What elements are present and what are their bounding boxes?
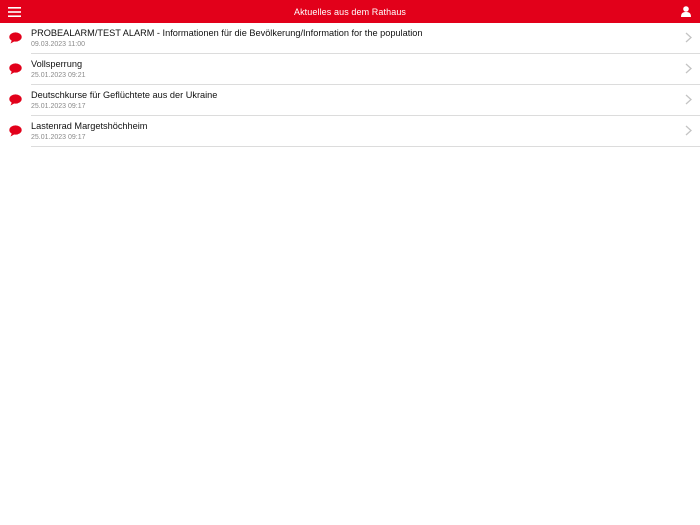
speech-bubble-icon [9, 32, 22, 44]
chevron-right-icon [685, 94, 692, 105]
news-item-date: 25.01.2023 09:21 [31, 72, 86, 79]
speech-bubble-icon [9, 63, 22, 75]
user-icon [681, 6, 691, 17]
news-item[interactable]: PROBEALARM/TEST ALARM - Informationen fü… [0, 23, 700, 54]
news-item[interactable]: Deutschkurse für Geflüchtete aus der Ukr… [0, 85, 700, 116]
menu-button[interactable] [6, 5, 22, 18]
chevron-right-icon [685, 125, 692, 136]
news-list: PROBEALARM/TEST ALARM - Informationen fü… [0, 23, 700, 147]
news-item-title: PROBEALARM/TEST ALARM - Informationen fü… [31, 28, 423, 38]
news-item-date: 25.01.2023 09:17 [31, 103, 86, 110]
news-item-title: Deutschkurse für Geflüchtete aus der Ukr… [31, 90, 218, 100]
user-button[interactable] [679, 5, 693, 18]
news-item-date: 09.03.2023 11:00 [31, 41, 85, 48]
top-bar: Aktuelles aus dem Rathaus [0, 0, 700, 23]
news-item-title: Vollsperrung [31, 59, 83, 69]
hamburger-menu-icon [7, 6, 21, 17]
news-item[interactable]: Vollsperrung 25.01.2023 09:21 [0, 54, 700, 85]
news-item[interactable]: Lastenrad Margetshöchheim 25.01.2023 09:… [0, 116, 700, 147]
row-divider [31, 146, 700, 147]
news-item-title: Lastenrad Margetshöchheim [31, 121, 148, 131]
news-item-date: 25.01.2023 09:17 [31, 134, 86, 141]
app-window: Aktuelles aus dem Rathaus PROBEALARM/TES… [0, 0, 700, 525]
speech-bubble-icon [9, 94, 22, 106]
page-title: Aktuelles aus dem Rathaus [293, 6, 407, 17]
speech-bubble-icon [9, 125, 22, 137]
chevron-right-icon [685, 32, 692, 43]
chevron-right-icon [685, 63, 692, 74]
